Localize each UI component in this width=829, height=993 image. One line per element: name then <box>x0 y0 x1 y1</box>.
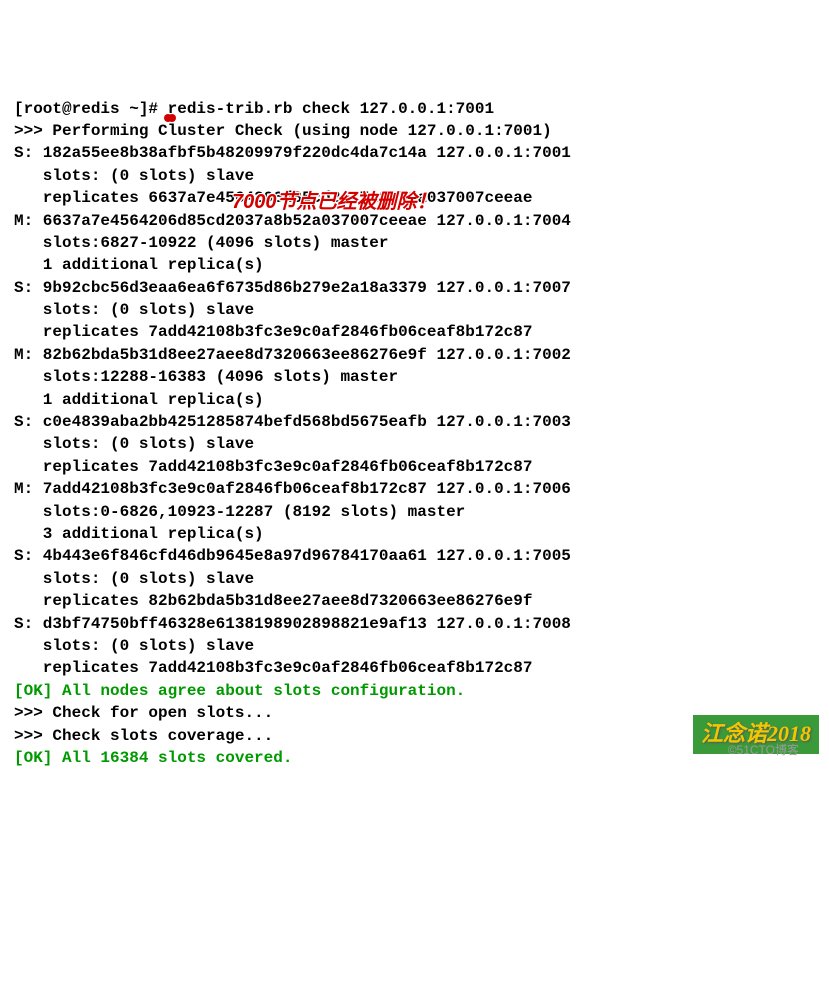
node-line: S: 9b92cbc56d3eaa6ea6f6735d86b279e2a18a3… <box>14 277 815 299</box>
node-slots: slots: (0 slots) slave <box>14 568 815 590</box>
node-extra: 1 additional replica(s) <box>14 254 815 276</box>
node-line: M: 7add42108b3fc3e9c0af2846fb06ceaf8b172… <box>14 478 815 500</box>
node-slots: slots:0-6826,10923-12287 (8192 slots) ma… <box>14 501 815 523</box>
node-extra: 3 additional replica(s) <box>14 523 815 545</box>
node-slots: slots:12288-16383 (4096 slots) master <box>14 366 815 388</box>
node-slots: slots:6827-10922 (4096 slots) master <box>14 232 815 254</box>
node-extra: replicates 7add42108b3fc3e9c0af2846fb06c… <box>14 321 815 343</box>
node-line: S: c0e4839aba2bb4251285874befd568bd5675e… <box>14 411 815 433</box>
ok-slots-config: [OK] All nodes agree about slots configu… <box>14 680 815 702</box>
node-line: M: 82b62bda5b31d8ee27aee8d7320663ee86276… <box>14 344 815 366</box>
cluster-check-header: >>> Performing Cluster Check (using node… <box>14 120 815 142</box>
node-line: S: 4b443e6f846cfd46db9645e8a97d96784170a… <box>14 545 815 567</box>
node-extra: replicates 7add42108b3fc3e9c0af2846fb06c… <box>14 657 815 679</box>
node-extra: replicates 82b62bda5b31d8ee27aee8d732066… <box>14 590 815 612</box>
node-slots: slots: (0 slots) slave <box>14 433 815 455</box>
command-underlined: redis-trib.rb check 127.0.0.1:7001 <box>168 100 494 118</box>
watermark-copyright: ©51CTO博客 <box>728 742 799 759</box>
node-slots: slots: (0 slots) slave <box>14 165 815 187</box>
annotation-text: 7000节点已经被删除！ <box>232 188 437 216</box>
node-extra: 1 additional replica(s) <box>14 389 815 411</box>
node-extra: replicates 7add42108b3fc3e9c0af2846fb06c… <box>14 456 815 478</box>
node-line: S: d3bf74750bff46328e6138198902898821e9a… <box>14 613 815 635</box>
node-slots: slots: (0 slots) slave <box>14 635 815 657</box>
node-line: S: 182a55ee8b38afbf5b48209979f220dc4da7c… <box>14 142 815 164</box>
node-slots: slots: (0 slots) slave <box>14 299 815 321</box>
terminal-prompt-line: [root@redis ~]# redis-trib.rb check 127.… <box>14 98 815 120</box>
